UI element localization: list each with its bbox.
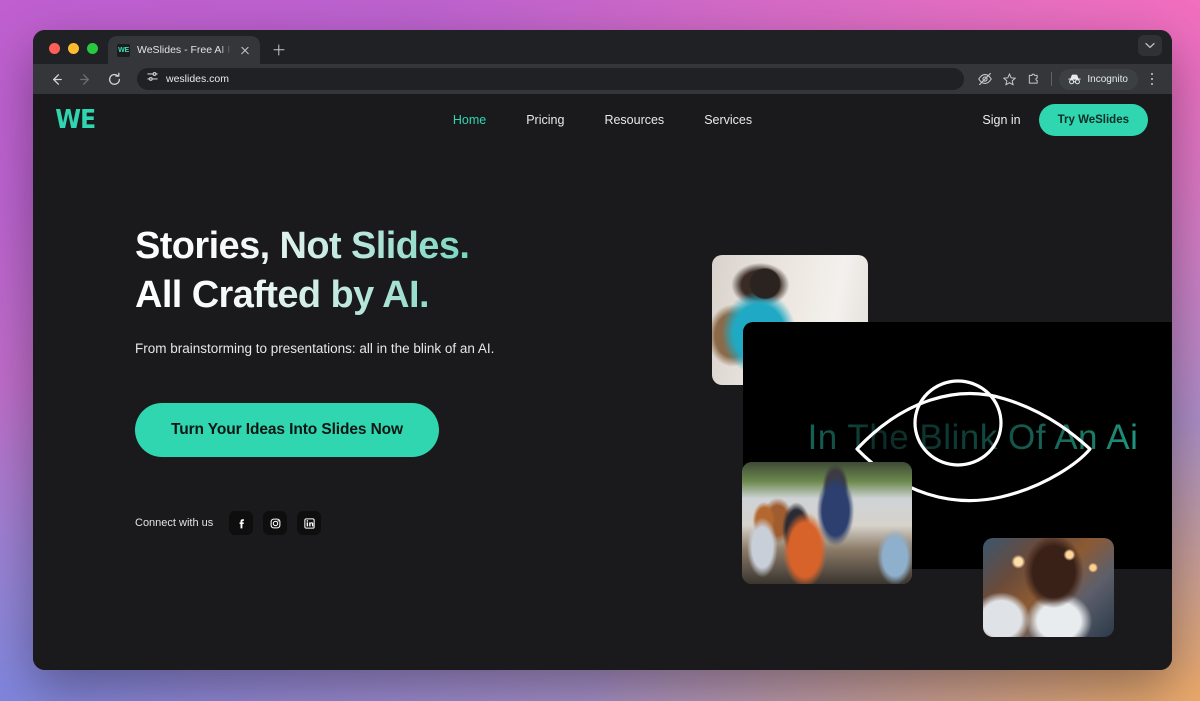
linkedin-icon[interactable] bbox=[297, 511, 322, 536]
puzzle-icon[interactable] bbox=[1022, 68, 1044, 90]
window-controls bbox=[45, 43, 108, 64]
browser-tab-strip: WE WeSlides - Free AI Presentati bbox=[33, 30, 1172, 64]
maximize-window-button[interactable] bbox=[87, 43, 98, 54]
forward-arrow-icon[interactable] bbox=[72, 66, 98, 92]
toolbar-divider bbox=[1051, 72, 1053, 86]
page-title-line2: All Crafted by AI. bbox=[135, 271, 655, 320]
close-icon[interactable] bbox=[238, 43, 252, 57]
primary-nav: Home Pricing Resources Services bbox=[453, 113, 752, 127]
instagram-icon[interactable] bbox=[263, 511, 288, 536]
site-navbar: WE Home Pricing Resources Services Sign … bbox=[33, 94, 1172, 146]
minimize-window-button[interactable] bbox=[68, 43, 79, 54]
nav-item-services[interactable]: Services bbox=[704, 113, 752, 127]
page-title-line1: Stories, Not Slides. bbox=[135, 222, 655, 271]
kebab-menu-icon[interactable] bbox=[1142, 68, 1162, 90]
browser-window: WE WeSlides - Free AI Presentati bbox=[33, 30, 1172, 670]
hero-subtitle: From brainstorming to presentations: all… bbox=[135, 341, 495, 357]
address-bar[interactable]: weslides.com bbox=[137, 68, 965, 90]
nav-item-home[interactable]: Home bbox=[453, 113, 486, 127]
page-viewport: WE Home Pricing Resources Services Sign … bbox=[33, 94, 1172, 670]
photo-woman-image bbox=[983, 538, 1114, 637]
facebook-icon[interactable] bbox=[229, 511, 254, 536]
photo-woman-laptop bbox=[983, 538, 1114, 637]
tab-title: WeSlides - Free AI Presentati bbox=[137, 44, 231, 56]
incognito-hat-icon bbox=[1067, 73, 1082, 85]
browser-toolbar: weslides.com Incognito bbox=[33, 64, 1172, 94]
close-window-button[interactable] bbox=[49, 43, 60, 54]
nav-item-resources[interactable]: Resources bbox=[604, 113, 664, 127]
try-weslides-button[interactable]: Try WeSlides bbox=[1038, 104, 1148, 136]
incognito-label: Incognito bbox=[1087, 73, 1128, 85]
hero-content: Stories, Not Slides. All Crafted by AI. … bbox=[135, 222, 655, 536]
star-icon[interactable] bbox=[998, 68, 1020, 90]
site-logo[interactable]: WE bbox=[55, 107, 96, 133]
back-arrow-icon[interactable] bbox=[43, 66, 69, 92]
browser-tab[interactable]: WE WeSlides - Free AI Presentati bbox=[108, 36, 260, 64]
url-text: weslides.com bbox=[166, 73, 230, 85]
sign-in-link[interactable]: Sign in bbox=[982, 113, 1020, 127]
chevron-down-icon[interactable] bbox=[1138, 35, 1162, 56]
tune-icon[interactable] bbox=[146, 70, 159, 88]
social-links: Connect with us bbox=[135, 511, 655, 536]
turn-ideas-into-slides-button[interactable]: Turn Your Ideas Into Slides Now bbox=[135, 403, 440, 458]
nav-actions: Sign in Try WeSlides bbox=[982, 104, 1148, 136]
nav-item-pricing[interactable]: Pricing bbox=[526, 113, 564, 127]
tab-favicon: WE bbox=[117, 43, 130, 57]
toolbar-actions: Incognito bbox=[974, 68, 1162, 90]
incognito-indicator[interactable]: Incognito bbox=[1059, 68, 1138, 90]
photo-classroom-image bbox=[742, 462, 912, 584]
connect-label: Connect with us bbox=[135, 517, 214, 530]
photo-classroom bbox=[742, 462, 912, 584]
plus-icon[interactable] bbox=[266, 37, 292, 63]
eye-slash-icon[interactable] bbox=[974, 68, 996, 90]
reload-icon[interactable] bbox=[101, 66, 127, 92]
